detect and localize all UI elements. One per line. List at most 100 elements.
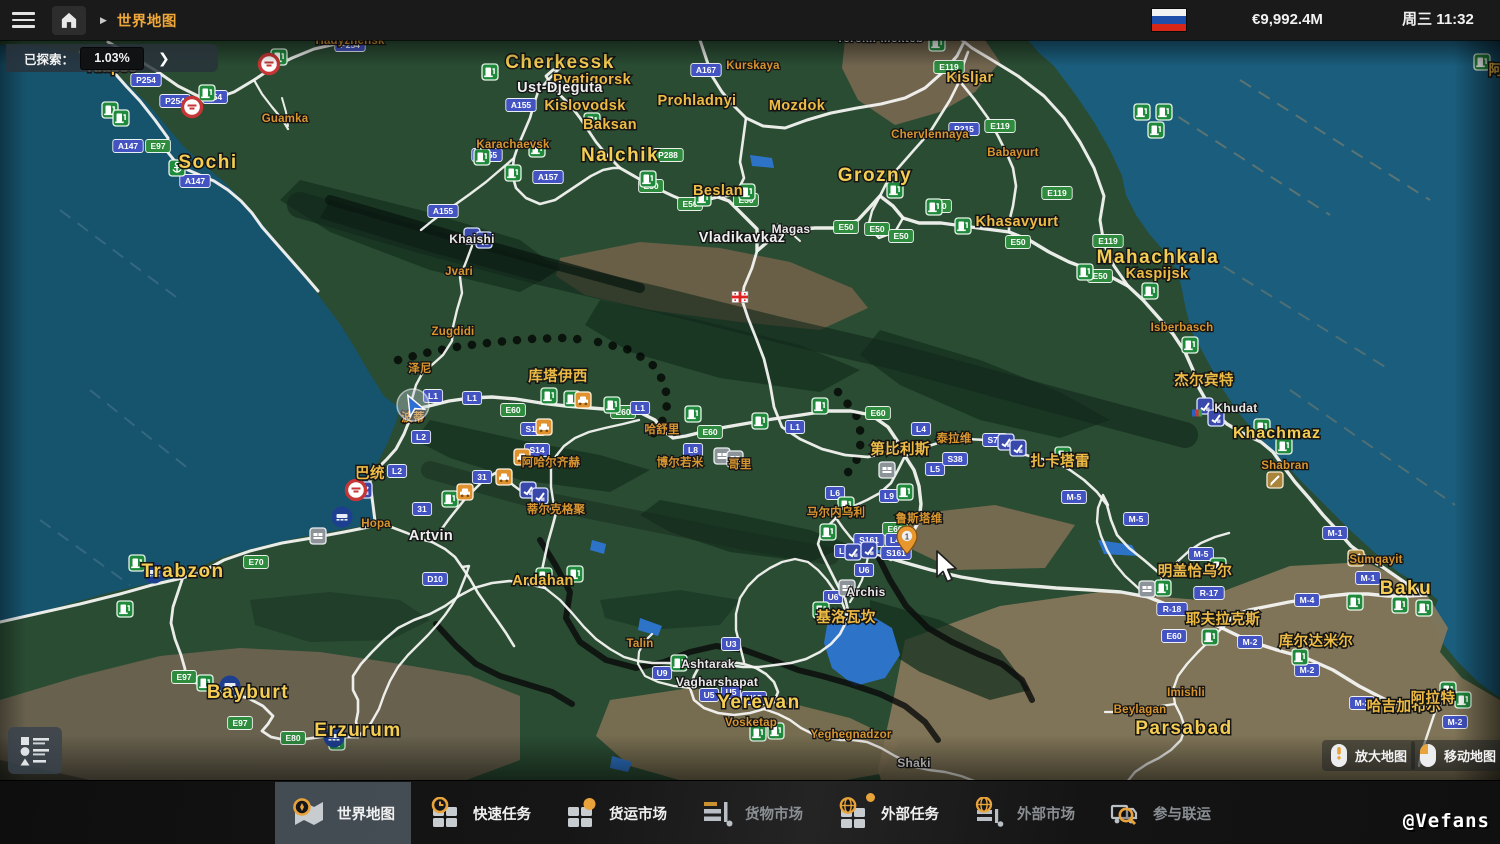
fuel-station-icon[interactable] [1148, 122, 1164, 138]
city-label[interactable]: Magas [772, 222, 811, 236]
tab-freight-market[interactable]: 货运市场 [547, 782, 683, 844]
fuel-station-icon[interactable] [1155, 580, 1171, 596]
city-label[interactable]: 库尔达米尔 [1279, 632, 1354, 650]
fuel-station-icon[interactable] [640, 171, 656, 187]
move-map-button[interactable]: 移动地图 [1411, 740, 1500, 771]
tab-external-market[interactable]: 外部市场 [955, 782, 1091, 844]
fuel-station-icon[interactable] [1416, 600, 1432, 616]
city-label[interactable]: Kislovodsk [544, 98, 626, 114]
city-label[interactable]: 哥里 [728, 457, 752, 471]
city-label[interactable]: Sumqayit [1349, 554, 1402, 566]
city-label[interactable]: Prohladnyi [658, 93, 737, 109]
fuel-station-icon[interactable] [113, 110, 129, 126]
city-label[interactable]: Shabran [1261, 460, 1308, 472]
city-label[interactable]: Shaki [897, 756, 931, 770]
city-label[interactable]: Hopa [361, 518, 391, 530]
zoom-map-button[interactable]: 放大地图 [1322, 740, 1415, 771]
city-label[interactable]: Ardahan [512, 573, 574, 589]
fuel-station-icon[interactable] [1202, 629, 1218, 645]
fuel-station-icon[interactable] [474, 149, 490, 165]
city-label[interactable]: 马尔内乌利 [807, 505, 866, 519]
city-label[interactable]: Sochi [178, 152, 237, 173]
city-label[interactable]: 明盖恰乌尔 [1158, 562, 1233, 580]
city-label[interactable]: Vosketap [725, 717, 777, 729]
fuel-station-icon[interactable] [505, 165, 521, 181]
fuel-station-icon[interactable] [820, 524, 836, 540]
city-label[interactable]: 耶夫拉克斯 [1186, 610, 1261, 628]
city-label[interactable]: Vagharshapat [676, 675, 758, 689]
explored-expand-button[interactable]: ❯ [158, 50, 170, 67]
city-label[interactable]: Kurskaya [726, 60, 780, 72]
legend-button[interactable] [8, 727, 62, 774]
fuel-station-icon[interactable] [604, 397, 620, 413]
city-label[interactable]: 扎卡塔雷 [1030, 452, 1090, 470]
agency-icon[interactable] [347, 481, 366, 500]
ferry-icon[interactable] [332, 507, 353, 528]
city-label[interactable]: Cherkessk [505, 52, 615, 73]
city-label[interactable]: Beslan [693, 183, 743, 199]
city-label[interactable]: Nalchik [581, 145, 659, 166]
city-label[interactable]: 博尔若米 [657, 455, 704, 469]
dealer-icon[interactable] [575, 392, 591, 408]
tab-quick-jobs[interactable]: 快速任务 [411, 782, 547, 844]
fuel-station-icon[interactable] [926, 199, 942, 215]
fuel-station-icon[interactable] [1142, 283, 1158, 299]
fuel-station-icon[interactable] [541, 388, 557, 404]
city-label[interactable]: Kaspijsk [1126, 266, 1189, 282]
garage-icon[interactable] [861, 542, 877, 558]
fuel-station-icon[interactable] [482, 64, 498, 80]
city-label[interactable]: 阿哈尔齐赫 [522, 455, 581, 469]
fuel-station-icon[interactable] [812, 398, 828, 414]
city-label[interactable]: Imishli [1167, 687, 1205, 699]
city-label[interactable]: Yerevan [717, 692, 800, 713]
city-label[interactable]: Babayurt [987, 147, 1038, 159]
city-label[interactable]: 哈舒里 [644, 422, 679, 436]
city-label[interactable]: Karachaevsk [476, 139, 550, 151]
city-label[interactable]: Grozny [838, 165, 912, 186]
city-label[interactable]: 泽尼 [408, 361, 431, 375]
tab-world-map[interactable]: 世界地图 [275, 782, 411, 844]
city-label[interactable]: Jvari [445, 266, 473, 278]
city-label[interactable]: Guamka [262, 113, 309, 125]
tab-join-convoy[interactable]: 参与联运 [1091, 782, 1227, 844]
garage-icon[interactable] [1010, 440, 1026, 456]
fuel-station-icon[interactable] [1134, 104, 1150, 120]
city-label[interactable]: 库塔伊西 [528, 367, 588, 385]
fuel-station-icon[interactable] [1455, 692, 1471, 708]
weigh-station-icon[interactable] [1267, 472, 1283, 488]
menu-button[interactable] [0, 0, 40, 40]
city-label[interactable]: Yeghegnadzor [811, 729, 892, 741]
city-label[interactable]: Artvin [409, 528, 453, 544]
dealer-icon[interactable] [457, 484, 473, 500]
home-button[interactable] [52, 6, 86, 35]
city-label[interactable]: Beylagan [1114, 704, 1167, 716]
city-label[interactable]: Ust-Djeguta [517, 80, 603, 96]
city-label[interactable]: 巴统 [355, 464, 385, 482]
city-label[interactable]: Bayburt [207, 682, 289, 703]
garage-icon[interactable] [845, 544, 861, 560]
city-label[interactable]: 阿拉特 [1411, 689, 1456, 707]
train-terminal-icon[interactable] [310, 528, 326, 544]
fuel-station-icon[interactable] [1156, 104, 1172, 120]
city-label[interactable]: Erzurum [314, 720, 402, 741]
city-label[interactable]: 第比利斯 [870, 440, 930, 458]
city-label[interactable]: Trabzon [141, 561, 224, 582]
city-label[interactable]: Zugdidi [432, 326, 475, 338]
dealer-icon[interactable] [496, 469, 512, 485]
city-label[interactable]: 鲁斯塔维 [896, 511, 943, 525]
fuel-station-icon[interactable] [199, 85, 215, 101]
tab-external-contracts[interactable]: 外部任务 [819, 782, 955, 844]
city-label[interactable]: Chervlennaya [891, 129, 969, 141]
fuel-station-icon[interactable] [752, 413, 768, 429]
city-label[interactable]: Khasavyurt [976, 214, 1059, 230]
fuel-station-icon[interactable] [1392, 597, 1408, 613]
fuel-station-icon[interactable] [1077, 264, 1093, 280]
city-label[interactable]: 蒂尔克格聚 [527, 502, 586, 516]
fuel-station-icon[interactable] [1292, 649, 1308, 665]
agency-icon[interactable] [183, 98, 202, 117]
train-terminal-icon[interactable] [1139, 581, 1155, 597]
city-label[interactable]: Khaishi [449, 232, 494, 246]
dealer-icon[interactable] [536, 419, 552, 435]
city-label[interactable]: Archis [846, 585, 885, 599]
fuel-station-icon[interactable] [685, 406, 701, 422]
